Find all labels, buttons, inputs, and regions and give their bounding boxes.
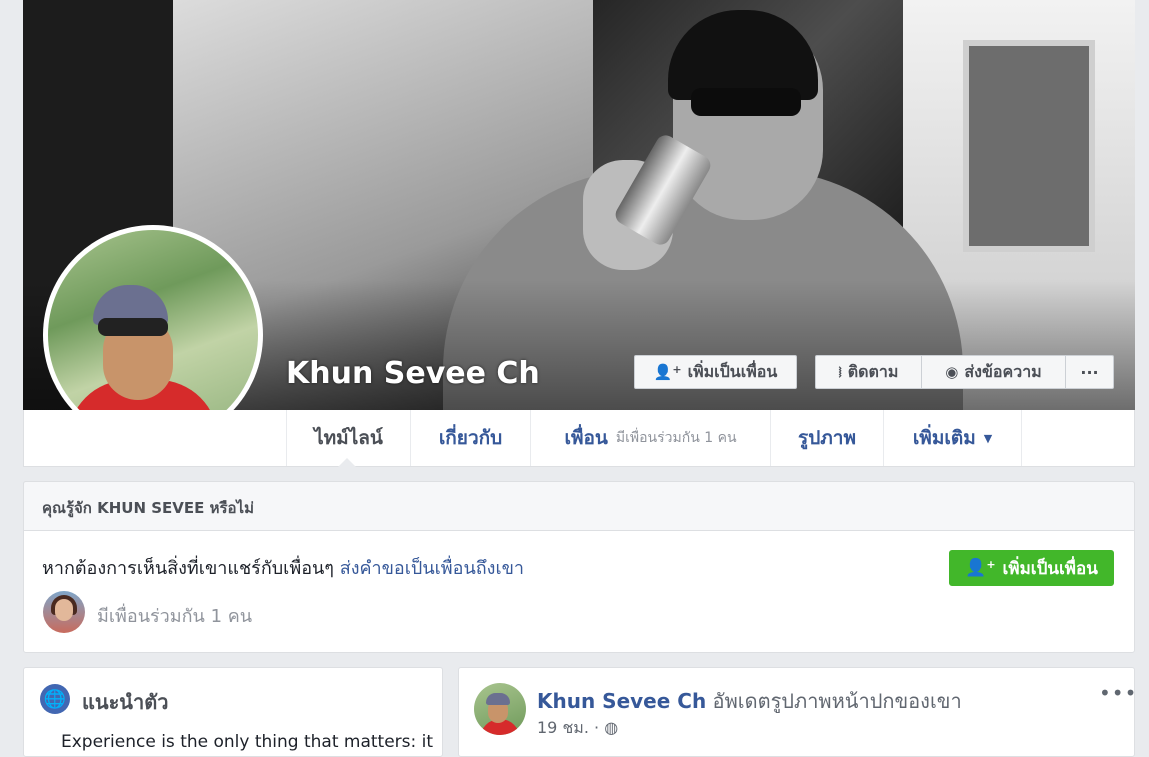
mutual-friend-avatar[interactable] (43, 591, 85, 633)
message-button[interactable]: ◉ ส่งข้อความ (921, 355, 1066, 389)
post-meta: 19 ชม. · ◍ (537, 716, 618, 741)
add-friend-green-button[interactable]: 👤+ เพิ่มเป็นเพื่อน (949, 550, 1114, 586)
tab-photos[interactable]: รูปภาพ (770, 410, 883, 466)
mutual-friends-text[interactable]: มีเพื่อนร่วมกัน 1 คน (97, 601, 252, 630)
globe-icon: ◍ (604, 718, 619, 737)
tab-about[interactable]: เกี่ยวกับ (410, 410, 530, 466)
more-options-button[interactable]: ··· (1065, 355, 1114, 389)
messenger-icon: ◉ (945, 363, 959, 381)
profile-picture[interactable] (48, 230, 258, 440)
tab-friends-label: เพื่อน (564, 427, 608, 449)
intro-title: แนะนำตัว (82, 690, 169, 714)
globe-icon: 🌐 (40, 684, 70, 714)
add-friend-button[interactable]: 👤+ เพิ่มเป็นเพื่อน (634, 355, 797, 389)
tab-more[interactable]: เพิ่มเติม ▼ (883, 410, 1022, 466)
send-friend-request-link[interactable]: ส่งคำขอเป็นเพื่อนถึงเขา (340, 558, 524, 579)
add-friend-icon: 👤+ (653, 363, 682, 381)
tab-friends-mutual: มีเพื่อนร่วมกัน 1 คน (615, 430, 737, 446)
post-author-avatar[interactable] (474, 683, 526, 735)
post-header: Khun Sevee Ch อัพเดตรูปภาพหน้าปกของเขา (537, 685, 962, 717)
chevron-down-icon: ▼ (983, 431, 993, 445)
add-friend-green-label: เพิ่มเป็นเพื่อน (1002, 558, 1098, 579)
post-timestamp[interactable]: 19 ชม. · (537, 718, 604, 737)
add-friend-icon: 👤+ (965, 558, 996, 578)
post-options-button[interactable]: ••• (1099, 681, 1137, 705)
post-action-text: อัพเดตรูปภาพหน้าปกของเขา (706, 689, 962, 713)
know-card-description: หากต้องการเห็นสิ่งที่เขาแชร์กับเพื่อนๆ ส… (42, 553, 524, 582)
follow-label: ติดตาม (847, 361, 899, 381)
intro-text: Experience is the only thing that matter… (61, 732, 434, 752)
tab-more-label: เพิ่มเติม (912, 427, 976, 449)
active-tab-indicator (338, 458, 356, 467)
message-label: ส่งข้อความ (964, 361, 1042, 381)
rss-icon: ⧘ (838, 363, 842, 381)
profile-name[interactable]: Khun Sevee Ch (286, 356, 540, 391)
follow-button[interactable]: ⧘ ติดตาม (815, 355, 922, 389)
tab-friends[interactable]: เพื่อน มีเพื่อนร่วมกัน 1 คน (530, 410, 770, 466)
post-author-link[interactable]: Khun Sevee Ch (537, 689, 706, 713)
know-card-title: คุณรู้จัก KHUN SEVEE หรือไม่ (42, 499, 254, 517)
add-friend-label: เพิ่มเป็นเพื่อน (687, 361, 778, 381)
know-card-desc-text: หากต้องการเห็นสิ่งที่เขาแชร์กับเพื่อนๆ (42, 558, 340, 579)
